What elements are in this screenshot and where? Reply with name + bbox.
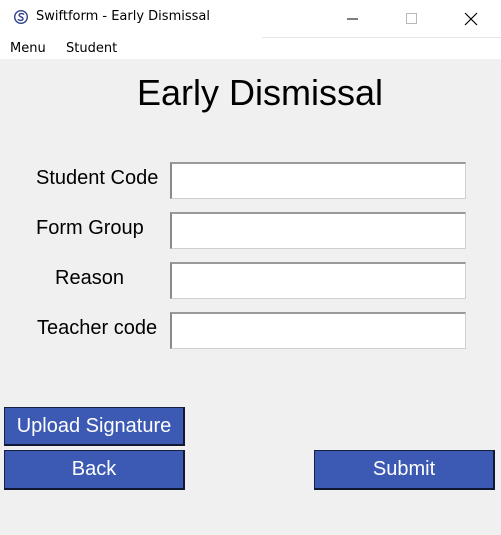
student-code-field[interactable]: [170, 162, 466, 199]
submit-button-label: Submit: [372, 458, 436, 480]
minimize-button[interactable]: [330, 0, 376, 37]
menu-item-student[interactable]: Student: [66, 41, 117, 56]
form-group-field[interactable]: [170, 212, 466, 249]
close-icon: [464, 12, 478, 25]
menu-bar: Menu Student: [0, 37, 501, 59]
page-title: Early Dismissal: [136, 72, 384, 113]
reason-field[interactable]: [170, 262, 466, 299]
upload-signature-button-label: Upload Signature: [16, 414, 172, 437]
menu-item-menu[interactable]: Menu: [10, 41, 46, 56]
teacher-code-label: Teacher code: [37, 317, 158, 339]
back-button-label: Back: [71, 458, 117, 480]
submit-button[interactable]: Submit: [314, 450, 495, 490]
maximize-icon: [406, 12, 417, 24]
window-title: Swiftform - Early Dismissal: [36, 9, 210, 24]
student-code-label: Student Code: [36, 167, 159, 189]
title-bar: Swiftform - Early Dismissal: [0, 0, 501, 37]
close-button[interactable]: [448, 0, 494, 37]
teacher-code-field[interactable]: [170, 312, 466, 349]
minimize-icon: [347, 18, 358, 19]
back-button[interactable]: Back: [4, 450, 185, 490]
swiftform-logo-icon: [13, 9, 29, 25]
maximize-button[interactable]: [389, 0, 435, 37]
form-group-label: Form Group: [36, 217, 144, 239]
reason-label: Reason: [55, 267, 124, 289]
menu-bar-divider: [262, 37, 501, 38]
upload-signature-button[interactable]: Upload Signature: [4, 407, 185, 446]
